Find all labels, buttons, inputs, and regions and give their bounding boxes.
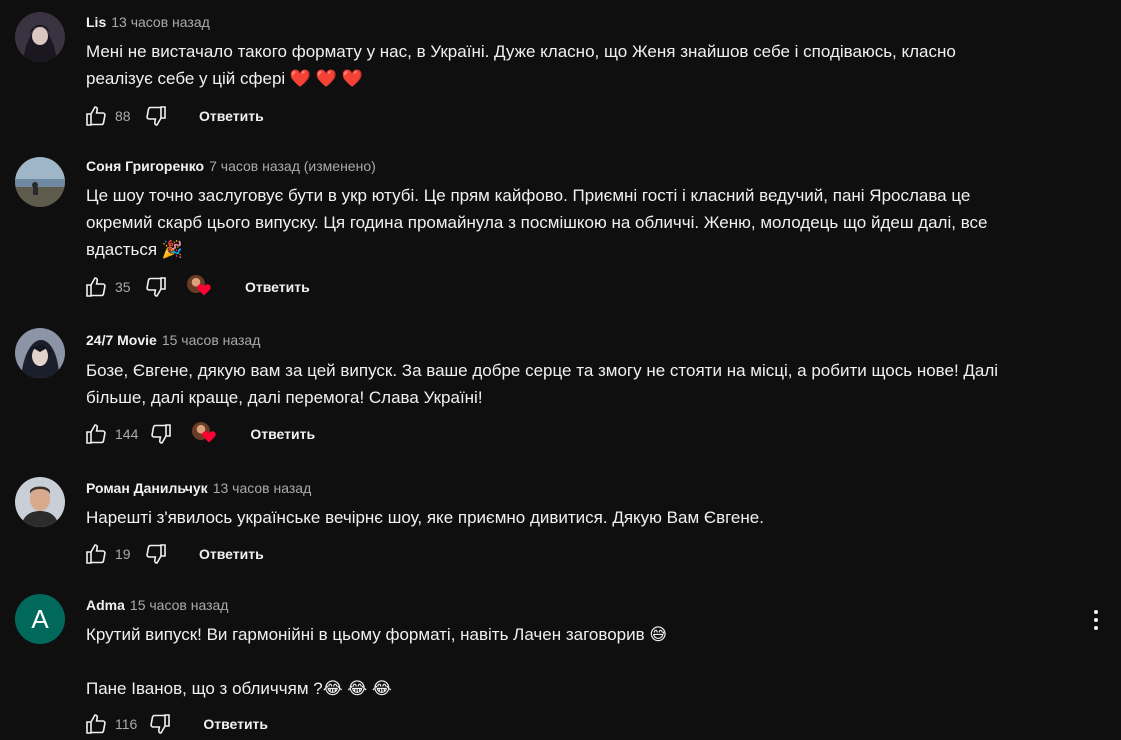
more-options-icon[interactable]	[1086, 607, 1106, 633]
author-name[interactable]: Adma	[86, 597, 125, 613]
comment-time[interactable]: 15 часов назад	[130, 597, 229, 613]
dislike-icon[interactable]	[148, 421, 174, 447]
reply-button[interactable]: Ответить	[199, 108, 264, 124]
creator-heart-icon	[192, 422, 217, 446]
like-count: 35	[115, 279, 131, 295]
comment-text: Бозе, Євгене, дякую вам за цей випуск. З…	[86, 361, 999, 407]
author-name[interactable]: Соня Григоренко	[86, 158, 204, 174]
like-icon[interactable]	[83, 274, 109, 300]
like-count: 88	[115, 108, 131, 124]
like-icon[interactable]	[83, 541, 109, 567]
comment-actions: 144 Ответить	[83, 421, 315, 447]
like-icon[interactable]	[83, 711, 109, 737]
comment-actions: 35 Ответить	[83, 274, 310, 300]
reply-button[interactable]: Ответить	[199, 546, 264, 562]
avatar[interactable]	[15, 12, 65, 62]
comment-text: Крутий випуск! Ви гармонійні в цьому фор…	[86, 625, 668, 698]
avatar[interactable]	[15, 477, 65, 527]
comment-header: Соня Григоренко 7 часов назад (изменено)	[86, 158, 376, 174]
comment-time[interactable]: 13 часов назад	[213, 480, 312, 496]
comment-actions: 88 Ответить	[83, 103, 264, 129]
like-icon[interactable]	[83, 421, 109, 447]
like-count: 19	[115, 546, 131, 562]
dislike-icon[interactable]	[147, 711, 173, 737]
comment-actions: 116 Ответить	[83, 711, 268, 737]
reply-button[interactable]: Ответить	[203, 716, 268, 732]
dislike-icon[interactable]	[143, 103, 169, 129]
creator-heart-icon	[187, 275, 211, 299]
avatar[interactable]: A	[15, 594, 65, 644]
comment-time[interactable]: 15 часов назад	[162, 332, 261, 348]
author-name[interactable]: Lis	[86, 14, 106, 30]
avatar[interactable]	[15, 328, 65, 378]
comment-header: Роман Данильчук 13 часов назад	[86, 480, 311, 496]
author-name[interactable]: 24/7 Movie	[86, 332, 157, 348]
comment-actions: 19 Ответить	[83, 541, 264, 567]
comment-text: Це шоу точно заслуговує бути в укр ютубі…	[86, 186, 988, 259]
comment-text: Нарешті з'явилось українське вечірнє шоу…	[86, 508, 764, 527]
comment-header: Lis 13 часов назад	[86, 14, 210, 30]
comment-header: 24/7 Movie 15 часов назад	[86, 332, 260, 348]
comment-time[interactable]: 7 часов назад (изменено)	[209, 158, 376, 174]
avatar-letter: A	[31, 603, 49, 634]
comment-header: Adma 15 часов назад	[86, 597, 228, 613]
author-name[interactable]: Роман Данильчук	[86, 480, 208, 496]
comment-time[interactable]: 13 часов назад	[111, 14, 210, 30]
like-icon[interactable]	[83, 103, 109, 129]
like-count: 144	[115, 426, 139, 442]
dislike-icon[interactable]	[143, 541, 169, 567]
comment-text: Мені не вистачало такого формату у нас, …	[86, 42, 956, 88]
like-count: 116	[115, 716, 138, 732]
reply-button[interactable]: Ответить	[245, 279, 310, 295]
reply-button[interactable]: Ответить	[250, 426, 315, 442]
dislike-icon[interactable]	[143, 274, 169, 300]
avatar[interactable]	[15, 157, 65, 207]
